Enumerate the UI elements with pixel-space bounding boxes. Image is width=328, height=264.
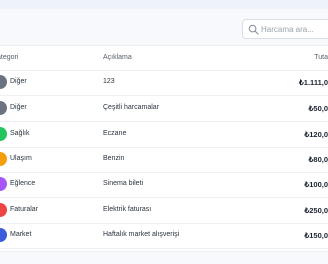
table-row[interactable]: Faturalar Elektrik faturası ₺250,0: [0, 198, 328, 224]
category-cell: Ulaşım: [10, 155, 32, 162]
amount-cell: ₺250,0: [304, 206, 328, 215]
category-cell: Eğlence: [10, 180, 36, 187]
category-icon: [0, 127, 7, 141]
table-row[interactable]: Diğer 123 ₺1.111,0: [0, 70, 328, 96]
description-cell: Sinema bileti: [103, 180, 144, 187]
column-header-total[interactable]: Tuta: [314, 54, 328, 61]
category-cell: Diğer: [10, 104, 27, 111]
category-cell: Market: [10, 231, 32, 238]
category-icon: [0, 75, 7, 89]
search-input[interactable]: [261, 22, 328, 36]
column-header-category[interactable]: ategori: [0, 54, 18, 61]
amount-cell: ₺100,0: [304, 180, 328, 189]
category-icon: [0, 203, 7, 217]
amount-cell: ₺80,0: [308, 155, 328, 164]
category-icon: [0, 152, 7, 166]
description-cell: Benzin: [103, 155, 125, 162]
description-cell: Eczane: [103, 130, 127, 137]
table-header: ategori Açıklama Tuta: [0, 46, 328, 71]
description-cell: 123: [103, 78, 115, 85]
amount-cell: ₺150,0: [304, 231, 328, 240]
description-cell: Elektrik faturası: [103, 206, 152, 213]
search-box[interactable]: [242, 19, 328, 39]
amount-cell: ₺1.111,0: [299, 78, 328, 87]
category-icon: [0, 101, 7, 115]
description-cell: Çeşitli harcamalar: [103, 104, 160, 111]
column-header-description[interactable]: Açıklama: [103, 54, 132, 61]
description-cell: Haftalık market alışverişi: [103, 231, 180, 238]
expenses-table: ategori Açıklama Tuta Diğer 123 ₺1.111,0…: [0, 45, 328, 252]
amount-cell: ₺50,0: [308, 104, 328, 113]
table-row[interactable]: Diğer Çeşitli harcamalar ₺50,0: [0, 96, 328, 122]
search-icon: [248, 24, 259, 35]
category-cell: Faturalar: [10, 206, 39, 213]
table-row[interactable]: Eğlence Sinema bileti ₺100,0: [0, 172, 328, 198]
table-row[interactable]: Ulaşım Benzin ₺80,0: [0, 147, 328, 173]
category-icon: [0, 177, 7, 191]
table-row[interactable]: Sağlık Eczane ₺120,0: [0, 122, 328, 148]
top-banner-strip: [0, 0, 328, 9]
table-row[interactable]: Market Haftalık market alışverişi ₺150,0: [0, 223, 328, 249]
category-cell: Diğer: [10, 78, 27, 85]
category-icon: [0, 228, 7, 242]
amount-cell: ₺120,0: [304, 130, 328, 139]
category-cell: Sağlık: [10, 130, 30, 137]
